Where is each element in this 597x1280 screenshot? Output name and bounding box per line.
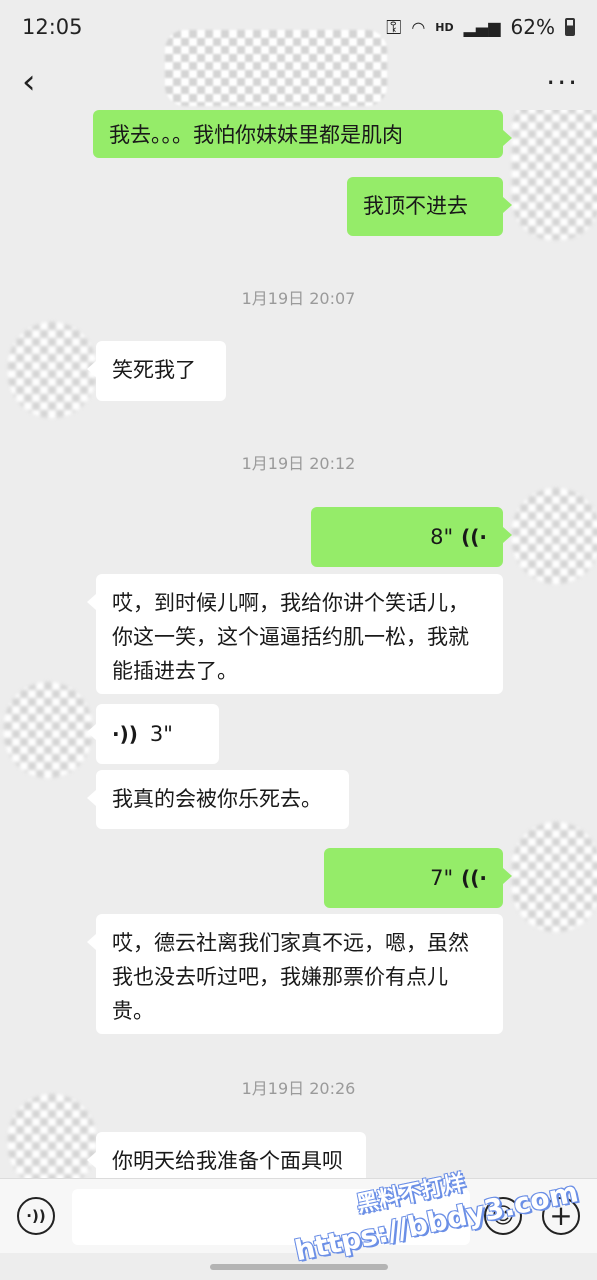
message-bubble[interactable]: 笑死我了 [87, 341, 226, 401]
voice-input-button[interactable]: ·)) [17, 1197, 55, 1235]
contact-avatar[interactable] [8, 1094, 96, 1178]
voice-duration: 3" [149, 722, 173, 746]
message-bubble[interactable]: 哎，德云社离我们家真不远，嗯，虽然我也没去听过吧，我嫌那票价有点儿贵。 [87, 914, 503, 1034]
contact-avatar[interactable] [8, 322, 96, 418]
self-avatar[interactable] [512, 822, 597, 932]
contact-avatar[interactable] [4, 682, 92, 778]
emoji-button[interactable]: ☺ [484, 1197, 522, 1235]
self-avatar[interactable] [512, 488, 597, 584]
battery-icon [565, 18, 575, 36]
battery-percent: 62% [510, 15, 555, 39]
voice-duration: 7" [430, 866, 454, 890]
message-bubble[interactable]: 我真的会被你乐死去。 [87, 770, 349, 829]
message-bubble[interactable]: 哎，到时候儿啊，我给你讲个笑话儿，你这一笑，这个逼逼括约肌一松，我就能插进去了。 [87, 574, 503, 694]
back-icon[interactable]: ‹ [22, 65, 36, 99]
voice-icon: ·)) [26, 1207, 46, 1225]
voice-message-bubble[interactable]: 8" ((· [311, 507, 512, 567]
wifi-icon: ◠ [411, 17, 426, 37]
message-bubble[interactable]: 你明天给我准备个面具呗 [87, 1132, 366, 1178]
voice-message-bubble[interactable]: 7" ((· [324, 848, 512, 908]
more-options-icon[interactable]: ··· [546, 66, 579, 99]
hd-label: HD [435, 20, 454, 34]
status-time: 12:05 [22, 15, 83, 39]
emoji-icon: ☺ [491, 1203, 515, 1229]
timestamp: 1月19日 20:07 [241, 289, 356, 308]
input-bar: ·)) ☺ + [0, 1178, 597, 1253]
add-button[interactable]: + [542, 1197, 580, 1235]
voice-wave-icon: ((· [461, 525, 487, 549]
timestamp: 1月19日 20:26 [241, 1079, 356, 1098]
self-avatar[interactable] [512, 110, 597, 240]
signal-icon: ▂▄▆ [463, 17, 501, 37]
voice-message-bubble[interactable]: ·)) 3" [87, 704, 219, 764]
message-bubble[interactable]: 我顶不进去 [347, 177, 512, 236]
home-indicator[interactable] [210, 1264, 388, 1270]
message-input[interactable] [72, 1189, 470, 1245]
timestamp: 1月19日 20:12 [241, 454, 356, 473]
message-list[interactable]: 我去。。。我怕你妹妹里都是肌肉 我顶不进去 1月19日 20:07 笑死我了 1… [0, 110, 597, 1178]
plus-icon: + [549, 1199, 573, 1232]
key-icon: ⚿ [386, 15, 402, 39]
contact-name-redacted [165, 30, 387, 106]
message-bubble[interactable]: 我去。。。我怕你妹妹里都是肌肉 [93, 110, 512, 158]
voice-duration: 8" [430, 525, 454, 549]
voice-wave-icon: ((· [461, 866, 487, 890]
status-icons: ⚿ ◠ HD ▂▄▆ 62% [386, 15, 575, 39]
voice-wave-icon: ·)) [112, 722, 138, 746]
